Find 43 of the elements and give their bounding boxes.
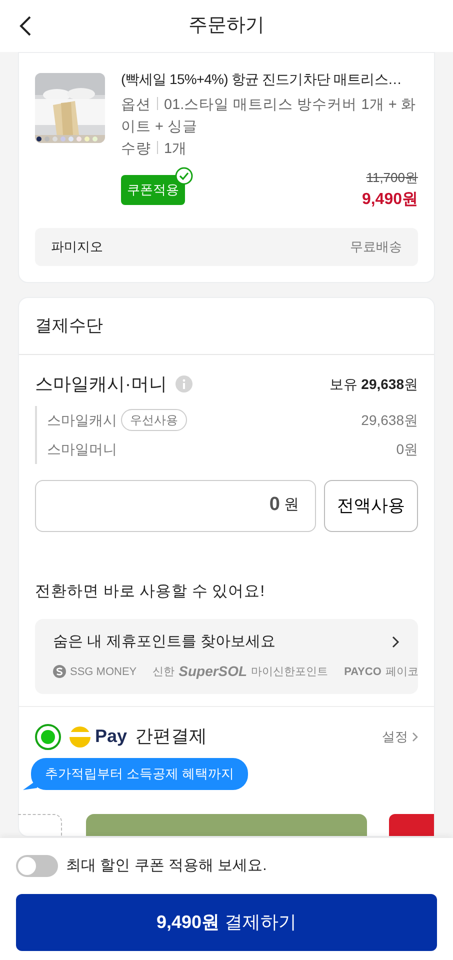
card-slot[interactable] xyxy=(18,814,62,836)
seller-name: 파미지오 xyxy=(51,238,103,256)
partner-name: 마이신한포인트 xyxy=(251,664,328,680)
partner-logo: 신한 xyxy=(152,664,175,680)
balance-text: 보유 29,638원 xyxy=(329,374,418,394)
chevron-right-icon xyxy=(392,636,400,648)
shipping-text: 무료배송 xyxy=(350,238,402,256)
smile-icon xyxy=(69,726,91,748)
points-banner[interactable]: 숨은 내 제휴포인트를 찾아보세요 SSG MONEY 신한 SuperSOL 마이신한포인트 PAYCO 페이코 xyxy=(35,618,418,694)
section-title: 결제수단 xyxy=(19,298,434,354)
settings-link[interactable]: 설정 xyxy=(382,727,418,746)
sale-price: 9,490원 xyxy=(362,190,418,210)
toggle-label: 최대 할인 쿠폰 적용해 보세요. xyxy=(66,856,267,876)
option-text: 옵션 01.스타일 매트리스 방수커버 1개 + 화이트 + 싱글 xyxy=(121,96,417,137)
check-circle-icon xyxy=(175,167,193,185)
original-price: 11,700원 xyxy=(365,169,418,187)
banner-text: 숨은 내 제휴포인트를 찾아보세요 xyxy=(53,632,276,652)
partner-name: 페이코 xyxy=(385,664,418,680)
pay-button[interactable]: 9,490원 결제하기 xyxy=(16,894,437,951)
partner-logo: SSG MONEY xyxy=(70,664,137,680)
product-title[interactable]: (빡세일 15%+4%) 항균 진드기차단 매트리스… xyxy=(121,69,418,90)
priority-tag: 우선사용 xyxy=(121,409,187,431)
page-title: 주문하기 xyxy=(188,14,266,38)
toggle-switch[interactable] xyxy=(16,855,58,877)
option-text: 수량 1개 xyxy=(121,140,188,159)
simple-pay-title: 간편결제 xyxy=(135,725,208,748)
amount-input-field[interactable]: 0 원 xyxy=(35,480,316,532)
balance-label: 스마일캐시 xyxy=(47,410,117,430)
radio-button[interactable] xyxy=(35,724,61,750)
balance-amount: 0원 xyxy=(396,440,418,458)
smile-cash-title: 스마일캐시·머니 xyxy=(35,372,167,396)
chevron-right-icon xyxy=(412,732,418,742)
balance-amount: 29,638원 xyxy=(361,410,418,430)
use-all-button[interactable]: 전액사용 xyxy=(324,480,418,532)
payment-card[interactable] xyxy=(389,814,434,836)
convert-heading: 전환하면 바로 사용할 수 있어요! xyxy=(35,582,266,602)
payment-card[interactable] xyxy=(86,814,367,836)
s-coin-icon xyxy=(53,665,66,678)
info-icon[interactable] xyxy=(175,375,193,393)
partner-logo: SuperSOL xyxy=(178,662,248,682)
partner-logo: PAYCO xyxy=(344,664,382,680)
pay-logo-text: Pay xyxy=(95,725,128,748)
balance-label: 스마일머니 xyxy=(47,440,117,458)
